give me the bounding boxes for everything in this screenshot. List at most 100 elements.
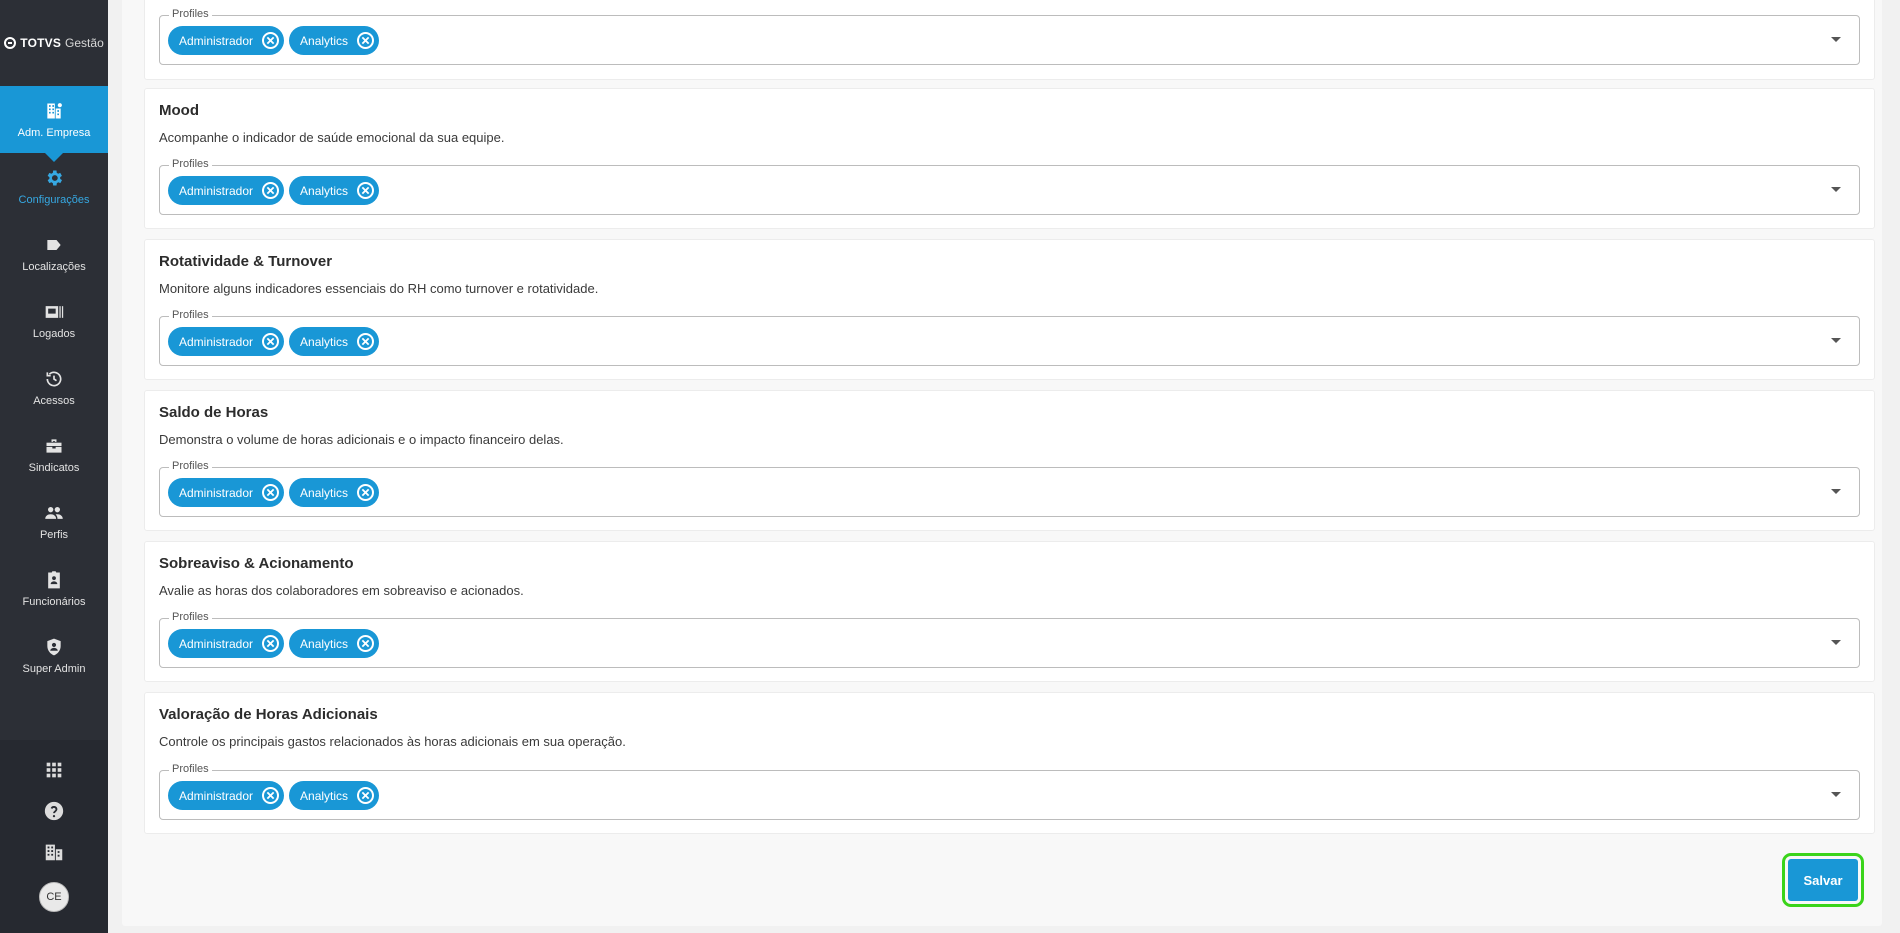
brand-logo[interactable]: TOTVS Gestão — [0, 0, 108, 86]
remove-chip-icon[interactable] — [357, 635, 375, 652]
tag-icon — [47, 239, 61, 250]
remove-chip-icon[interactable] — [357, 484, 375, 501]
field-label: Profiles — [169, 8, 212, 20]
nav-item-funcionarios[interactable]: Funcionários — [0, 555, 108, 622]
chevron-down-icon[interactable] — [1831, 338, 1841, 343]
profile-card-mood: Mood Acompanhe o indicador de saúde emoc… — [144, 88, 1875, 229]
nav-label: Localizações — [22, 260, 86, 273]
profile-card-rotatividade: Rotatividade & Turnover Monitore alguns … — [144, 239, 1875, 380]
content-panel: Profiles Administrador Analytics Mood Ac… — [122, 0, 1882, 926]
nav-label: Super Admin — [22, 662, 86, 675]
apps-grid-icon[interactable] — [43, 759, 65, 781]
nav-item-logados[interactable]: Logados — [0, 287, 108, 354]
sidebar: TOTVS Gestão Adm. Empresa Configurações … — [0, 0, 108, 933]
chip-analytics: Analytics — [289, 629, 380, 658]
field-label: Profiles — [169, 158, 212, 170]
chip-analytics: Analytics — [289, 327, 380, 356]
remove-chip-icon[interactable] — [262, 333, 280, 350]
nav-label: Logados — [32, 327, 76, 340]
profiles-select[interactable]: Profiles Administrador Analytics — [159, 460, 1860, 517]
save-button[interactable]: Salvar — [1782, 853, 1864, 907]
company-building-icon[interactable] — [43, 841, 65, 863]
nav-item-perfis[interactable]: Perfis — [0, 488, 108, 555]
nav-item-super-admin[interactable]: Super Admin — [0, 622, 108, 689]
chevron-down-icon[interactable] — [1831, 640, 1841, 645]
field-label: Profiles — [169, 460, 212, 472]
briefcase-icon — [46, 438, 62, 453]
chip-label: Administrador — [179, 183, 254, 198]
chip-label: Analytics — [300, 334, 349, 349]
profile-card-valoracao: Valoração de Horas Adicionais Controle o… — [144, 692, 1875, 834]
remove-chip-icon[interactable] — [357, 32, 375, 49]
profiles-select[interactable]: Profiles Administrador Analytics — [159, 309, 1860, 366]
profiles-select[interactable]: Profiles Administrador Analytics — [159, 8, 1860, 65]
chevron-down-icon[interactable] — [1831, 37, 1841, 42]
chip-administrador: Administrador — [168, 781, 285, 810]
chip-label: Analytics — [300, 636, 349, 651]
profile-card-sobreaviso: Sobreaviso & Acionamento Avalie as horas… — [144, 541, 1875, 682]
nav-label: Perfis — [39, 528, 69, 541]
profiles-select[interactable]: Profiles Administrador Analytics — [159, 611, 1860, 668]
main-content: Profiles Administrador Analytics Mood Ac… — [108, 0, 1900, 933]
nav-item-localizacoes[interactable]: Localizações — [0, 220, 108, 287]
chip-analytics: Analytics — [289, 26, 380, 55]
nav-label: Configurações — [18, 193, 90, 206]
profiles-select[interactable]: Profiles Administrador Analytics — [159, 158, 1860, 215]
nav-label: Funcionários — [22, 595, 86, 608]
nav-item-acessos[interactable]: Acessos — [0, 354, 108, 421]
chip-label: Analytics — [300, 33, 349, 48]
nav-label: Sindicatos — [28, 461, 80, 474]
chip-label: Analytics — [300, 183, 349, 198]
remove-chip-icon[interactable] — [262, 32, 280, 49]
chip-label: Administrador — [179, 334, 254, 349]
profile-card-saldo-horas: Saldo de Horas Demonstra o volume de hor… — [144, 390, 1875, 531]
card-title: Sobreaviso & Acionamento — [159, 555, 354, 572]
nav-label: Acessos — [33, 394, 75, 407]
chip-label: Administrador — [179, 485, 254, 500]
profiles-select[interactable]: Profiles Administrador Analytics — [159, 763, 1860, 820]
profile-card: Profiles Administrador Analytics — [144, 0, 1875, 80]
field-label: Profiles — [169, 611, 212, 623]
sidebar-footer: CE — [0, 740, 108, 933]
chip-label: Administrador — [179, 788, 254, 803]
remove-chip-icon[interactable] — [262, 635, 280, 652]
chip-label: Administrador — [179, 33, 254, 48]
remove-chip-icon[interactable] — [357, 787, 375, 804]
card-description: Controle os principais gastos relacionad… — [159, 734, 626, 749]
chip-analytics: Analytics — [289, 781, 380, 810]
building-icon — [47, 102, 62, 118]
nav-label: Adm. Empresa — [17, 126, 91, 139]
card-description: Monitore alguns indicadores essenciais d… — [159, 281, 599, 296]
help-icon[interactable] — [43, 800, 65, 822]
shield-user-icon — [47, 638, 61, 655]
field-label: Profiles — [169, 763, 212, 775]
chip-label: Administrador — [179, 636, 254, 651]
id-card-icon — [45, 305, 64, 318]
people-icon — [45, 506, 63, 519]
chevron-down-icon[interactable] — [1831, 489, 1841, 494]
chip-analytics: Analytics — [289, 478, 380, 507]
remove-chip-icon[interactable] — [262, 182, 280, 199]
card-title: Saldo de Horas — [159, 404, 269, 421]
chevron-down-icon[interactable] — [1831, 792, 1841, 797]
gear-icon — [47, 170, 62, 185]
chip-label: Analytics — [300, 485, 349, 500]
chevron-down-icon[interactable] — [1831, 187, 1841, 192]
remove-chip-icon[interactable] — [262, 484, 280, 501]
chip-administrador: Administrador — [168, 327, 285, 356]
brand-name: TOTVS — [20, 36, 62, 50]
remove-chip-icon[interactable] — [262, 787, 280, 804]
chip-administrador: Administrador — [168, 629, 285, 658]
avatar[interactable]: CE — [39, 881, 69, 912]
card-title: Valoração de Horas Adicionais — [159, 706, 378, 723]
nav-item-sindicatos[interactable]: Sindicatos — [0, 421, 108, 488]
remove-chip-icon[interactable] — [357, 333, 375, 350]
history-icon — [46, 371, 62, 386]
remove-chip-icon[interactable] — [357, 182, 375, 199]
chip-label: Analytics — [300, 788, 349, 803]
card-description: Acompanhe o indicador de saúde emocional… — [159, 130, 505, 145]
brand-sub: Gestão — [65, 36, 104, 50]
nav-item-configuracoes[interactable]: Configurações — [0, 153, 108, 220]
nav-item-adm-empresa[interactable]: Adm. Empresa — [0, 86, 108, 162]
field-label: Profiles — [169, 309, 212, 321]
